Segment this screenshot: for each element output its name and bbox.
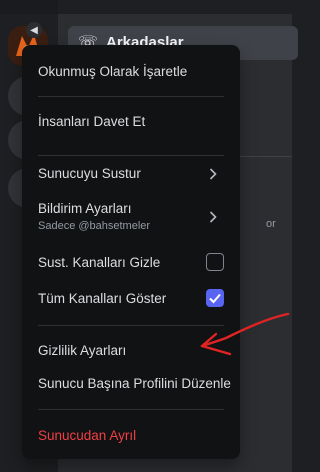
- checkbox-checked[interactable]: [206, 289, 224, 307]
- divider: [238, 156, 292, 157]
- menu-separator: [38, 155, 224, 156]
- invite-people-item[interactable]: İnsanları Davet Et: [30, 109, 232, 135]
- checkbox-unchecked[interactable]: [206, 253, 224, 271]
- server-context-menu: Okunmuş Olarak İşaretle İnsanları Davet …: [22, 45, 240, 459]
- chevron-right-icon: [204, 161, 222, 187]
- show-all-channels-item[interactable]: Tüm Kanalları Göster: [30, 285, 232, 313]
- partial-background-text: or: [266, 218, 276, 230]
- menu-item-label: Gizlilik Ayarları: [38, 343, 127, 358]
- window-top-strip: [0, 0, 58, 14]
- menu-item-label: İnsanları Davet Et: [38, 114, 146, 129]
- menu-item-label: Sust. Kanalları Gizle: [38, 255, 161, 270]
- hide-muted-channels-item[interactable]: Sust. Kanalları Gizle: [30, 249, 232, 277]
- menu-item-label: Tüm Kanalları Göster: [38, 291, 167, 306]
- mute-server-item[interactable]: Sunucuyu Sustur: [30, 161, 232, 187]
- edit-server-profile-item[interactable]: Sunucu Başına Profilini Düzenle: [30, 371, 232, 397]
- sidebar-top-strip: [58, 0, 292, 14]
- menu-item-sublabel: Sadece @bahsetmeler: [38, 220, 151, 232]
- menu-separator: [38, 325, 224, 326]
- menu-item-label: Okunmuş Olarak İşaretle: [38, 64, 188, 79]
- speaker-icon: ◀: [26, 22, 42, 38]
- menu-separator: [38, 409, 224, 410]
- menu-separator: [38, 96, 224, 97]
- menu-item-label: Sunucuyu Sustur: [38, 166, 141, 181]
- check-icon: [209, 293, 221, 304]
- annotation-arrow-icon: [200, 312, 290, 356]
- menu-item-label: Sunucu Başına Profilini Düzenle: [38, 376, 231, 391]
- mark-as-read-item[interactable]: Okunmuş Olarak İşaretle: [30, 59, 232, 85]
- leave-server-item[interactable]: Sunucudan Ayrıl: [30, 423, 232, 449]
- menu-item-label: Sunucudan Ayrıl: [38, 428, 137, 443]
- notification-settings-item[interactable]: Bildirim Ayarları Sadece @bahsetmeler: [30, 195, 232, 239]
- menu-item-label: Bildirim Ayarları: [38, 201, 132, 216]
- chevron-right-icon: [204, 195, 222, 239]
